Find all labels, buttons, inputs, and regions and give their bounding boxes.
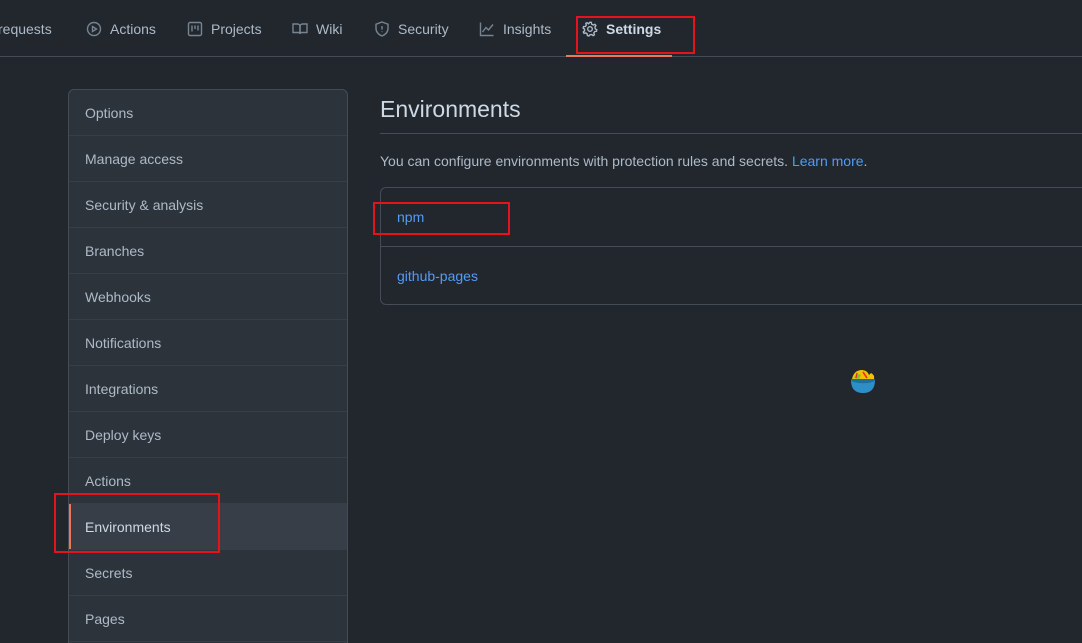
- sidebar-item-label: Actions: [85, 472, 131, 489]
- tab-label: Actions: [110, 20, 156, 37]
- tab-actions[interactable]: Actions: [86, 0, 156, 57]
- sidebar-item-notifications[interactable]: Notifications: [69, 320, 347, 366]
- project-icon: [187, 21, 203, 36]
- sidebar-item-label: Security & analysis: [85, 196, 204, 213]
- sidebar-item-label: Options: [85, 104, 134, 121]
- list-item: github-pages: [381, 246, 1082, 304]
- list-item: npm: [381, 188, 1082, 246]
- book-icon: [292, 22, 308, 34]
- tab-settings[interactable]: Settings: [582, 0, 661, 57]
- tab-label: Security: [398, 20, 449, 37]
- gear-icon: [582, 20, 598, 37]
- environment-list: npm github-pages: [380, 187, 1082, 305]
- settings-sidebar: Options Manage access Security & analysi…: [68, 89, 348, 643]
- tab-label: Wiki: [316, 20, 343, 37]
- page-title: Environments: [380, 96, 521, 122]
- sidebar-item-security-analysis[interactable]: Security & analysis: [69, 182, 347, 228]
- title-divider: [380, 133, 1082, 134]
- description-text: You can configure environments with prot…: [380, 153, 789, 169]
- sidebar-item-label: Integrations: [85, 380, 159, 397]
- shield-icon: [375, 20, 389, 37]
- tab-label: Projects: [211, 20, 262, 37]
- sidebar-item-manage-access[interactable]: Manage access: [69, 136, 347, 182]
- sidebar-item-label: Branches: [85, 242, 145, 259]
- sidebar-item-pages[interactable]: Pages: [69, 596, 347, 642]
- tab-insights[interactable]: Insights: [479, 0, 551, 57]
- sidebar-item-integrations[interactable]: Integrations: [69, 366, 347, 412]
- sidebar-item-label: Environments: [85, 518, 171, 535]
- tab-projects[interactable]: Projects: [187, 0, 262, 57]
- sidebar-item-label: Pages: [85, 610, 125, 627]
- tab-pull-requests[interactable]: requests: [0, 0, 52, 57]
- graph-icon: [479, 22, 494, 36]
- sidebar-item-options[interactable]: Options: [69, 90, 347, 136]
- environment-link-github-pages[interactable]: github-pages: [397, 268, 478, 284]
- repo-nav: requests Actions Projects Wiki Security …: [0, 0, 1082, 57]
- sidebar-item-branches[interactable]: Branches: [69, 228, 347, 274]
- play-icon: [86, 21, 102, 36]
- description-period: .: [863, 153, 868, 169]
- sidebar-item-label: Deploy keys: [85, 426, 162, 443]
- sidebar-item-environments[interactable]: Environments: [69, 504, 347, 550]
- sidebar-item-webhooks[interactable]: Webhooks: [69, 274, 347, 320]
- environment-link-npm[interactable]: npm: [397, 209, 424, 225]
- sidebar-item-label: Webhooks: [85, 288, 151, 305]
- sidebar-item-deploy-keys[interactable]: Deploy keys: [69, 412, 347, 458]
- sidebar-item-label: Secrets: [85, 564, 133, 581]
- sidebar-item-label: Manage access: [85, 150, 184, 167]
- sidebar-item-actions[interactable]: Actions: [69, 458, 347, 504]
- tab-label: Settings: [606, 20, 662, 37]
- sidebar-item-label: Notifications: [85, 334, 162, 351]
- tab-wiki[interactable]: Wiki: [292, 0, 342, 57]
- tab-security[interactable]: Security: [374, 0, 449, 57]
- selected-tab-indicator: [566, 55, 672, 57]
- tab-label: requests: [0, 20, 52, 37]
- floating-bowl-icon[interactable]: [848, 367, 878, 395]
- page-description: You can configure environments with prot…: [380, 153, 867, 169]
- sidebar-item-secrets[interactable]: Secrets: [69, 550, 347, 596]
- learn-more-link[interactable]: Learn more: [792, 153, 864, 169]
- tab-label: Insights: [503, 20, 552, 37]
